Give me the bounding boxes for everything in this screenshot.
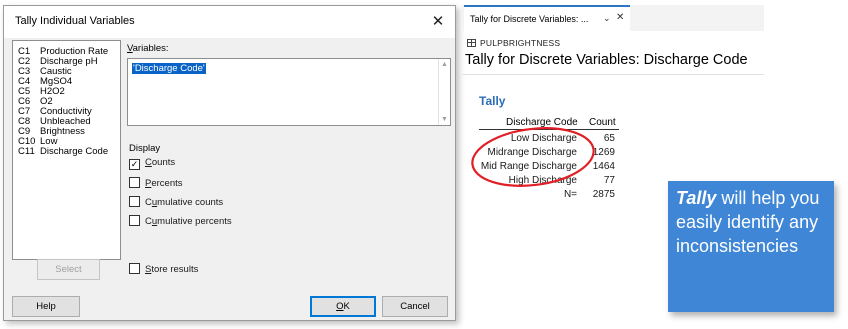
checkbox-icon[interactable]	[129, 263, 140, 274]
display-label: Display	[129, 143, 161, 154]
select-button[interactable]: Select	[37, 259, 100, 280]
highlight-ellipse	[471, 127, 595, 187]
variables-scrollbar[interactable]: ▲ ▼	[438, 59, 450, 125]
chevron-down-icon[interactable]: ⌄	[603, 13, 611, 24]
help-button[interactable]: Help	[12, 296, 80, 317]
tab-title[interactable]: Tally for Discrete Variables: ...	[470, 14, 588, 24]
checkbox-icon[interactable]	[129, 215, 140, 226]
cumulative-counts-checkbox[interactable]: Cumulative counts	[129, 196, 223, 208]
worksheet-label: PULPBRIGHTNESS	[480, 38, 561, 48]
cumulative-counts-label: Cumulative counts	[145, 197, 224, 208]
callout-bold: Tally	[676, 188, 717, 208]
variables-value[interactable]: 'Discharge Code'	[131, 62, 207, 75]
counts-checkbox[interactable]: ✓ Counts	[129, 157, 176, 170]
table-cell-count: 77	[603, 175, 615, 186]
tab-tally-output[interactable]: Tally for Discrete Variables: ... ⌄ ✕	[464, 5, 630, 31]
column-list[interactable]: C1 Production Rate C2 Discharge pH C3 Caust…	[12, 40, 121, 260]
list-item[interactable]: C11 Discharge Code	[18, 147, 108, 157]
scroll-down-icon[interactable]: ▼	[441, 116, 448, 123]
callout-box: Tally will help you easily identify any …	[668, 181, 834, 312]
store-results-checkbox[interactable]: Store results	[129, 263, 198, 275]
checkbox-icon[interactable]	[129, 196, 140, 207]
cancel-button[interactable]: Cancel	[382, 296, 448, 317]
checkmark-icon[interactable]: ✓	[129, 159, 140, 170]
cumulative-percents-label: Cumulative percents	[145, 216, 232, 227]
cumulative-percents-checkbox[interactable]: Cumulative percents	[129, 215, 232, 227]
output-tabbar: Tally for Discrete Variables: ... ⌄ ✕	[462, 5, 764, 31]
title-divider	[462, 74, 764, 75]
table-cell-count: 65	[603, 133, 615, 144]
worksheet-name: PULPBRIGHTNESS	[467, 38, 560, 48]
tally-dialog: Tally Individual Variables ✕ C1 Productio…	[3, 5, 456, 321]
counts-label: Counts	[145, 157, 176, 168]
close-icon[interactable]: ✕	[616, 12, 624, 23]
ok-button[interactable]: OK	[310, 296, 376, 317]
close-icon[interactable]: ✕	[427, 11, 449, 33]
dialog-titlebar: Tally Individual Variables ✕	[4, 6, 455, 38]
scroll-up-icon[interactable]: ▲	[441, 61, 448, 68]
output-title: Tally for Discrete Variables: Discharge …	[465, 52, 748, 68]
dialog-title: Tally Individual Variables	[15, 15, 135, 27]
percents-checkbox[interactable]: Percents	[129, 177, 183, 189]
store-results-label: Store results	[145, 264, 199, 275]
section-heading: Tally	[479, 94, 506, 108]
variables-label: Variables:	[127, 43, 169, 54]
checkbox-icon[interactable]	[129, 177, 140, 188]
worksheet-icon	[467, 39, 476, 47]
variables-input[interactable]: 'Discharge Code' ▲ ▼	[127, 58, 451, 126]
percents-label: Percents	[145, 178, 183, 189]
